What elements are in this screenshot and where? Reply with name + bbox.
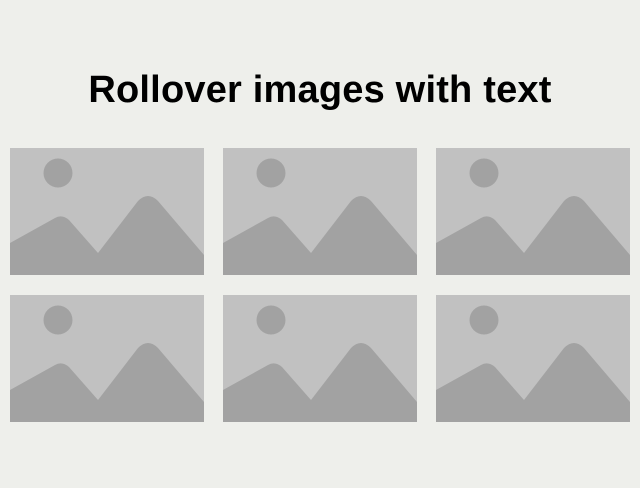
gallery-item-6[interactable] xyxy=(436,295,630,422)
image-placeholder-icon xyxy=(436,148,630,275)
gallery-item-4[interactable] xyxy=(10,295,204,422)
image-placeholder-icon xyxy=(10,295,204,422)
image-placeholder-icon xyxy=(223,295,417,422)
page: Rollover images with text xyxy=(0,0,640,488)
gallery-item-1[interactable] xyxy=(10,148,204,275)
image-placeholder-icon xyxy=(436,295,630,422)
page-title: Rollover images with text xyxy=(88,69,552,111)
gallery-item-5[interactable] xyxy=(223,295,417,422)
gallery-item-3[interactable] xyxy=(436,148,630,275)
image-placeholder-icon xyxy=(10,148,204,275)
image-placeholder-icon xyxy=(223,148,417,275)
gallery-item-2[interactable] xyxy=(223,148,417,275)
image-gallery xyxy=(10,148,630,422)
